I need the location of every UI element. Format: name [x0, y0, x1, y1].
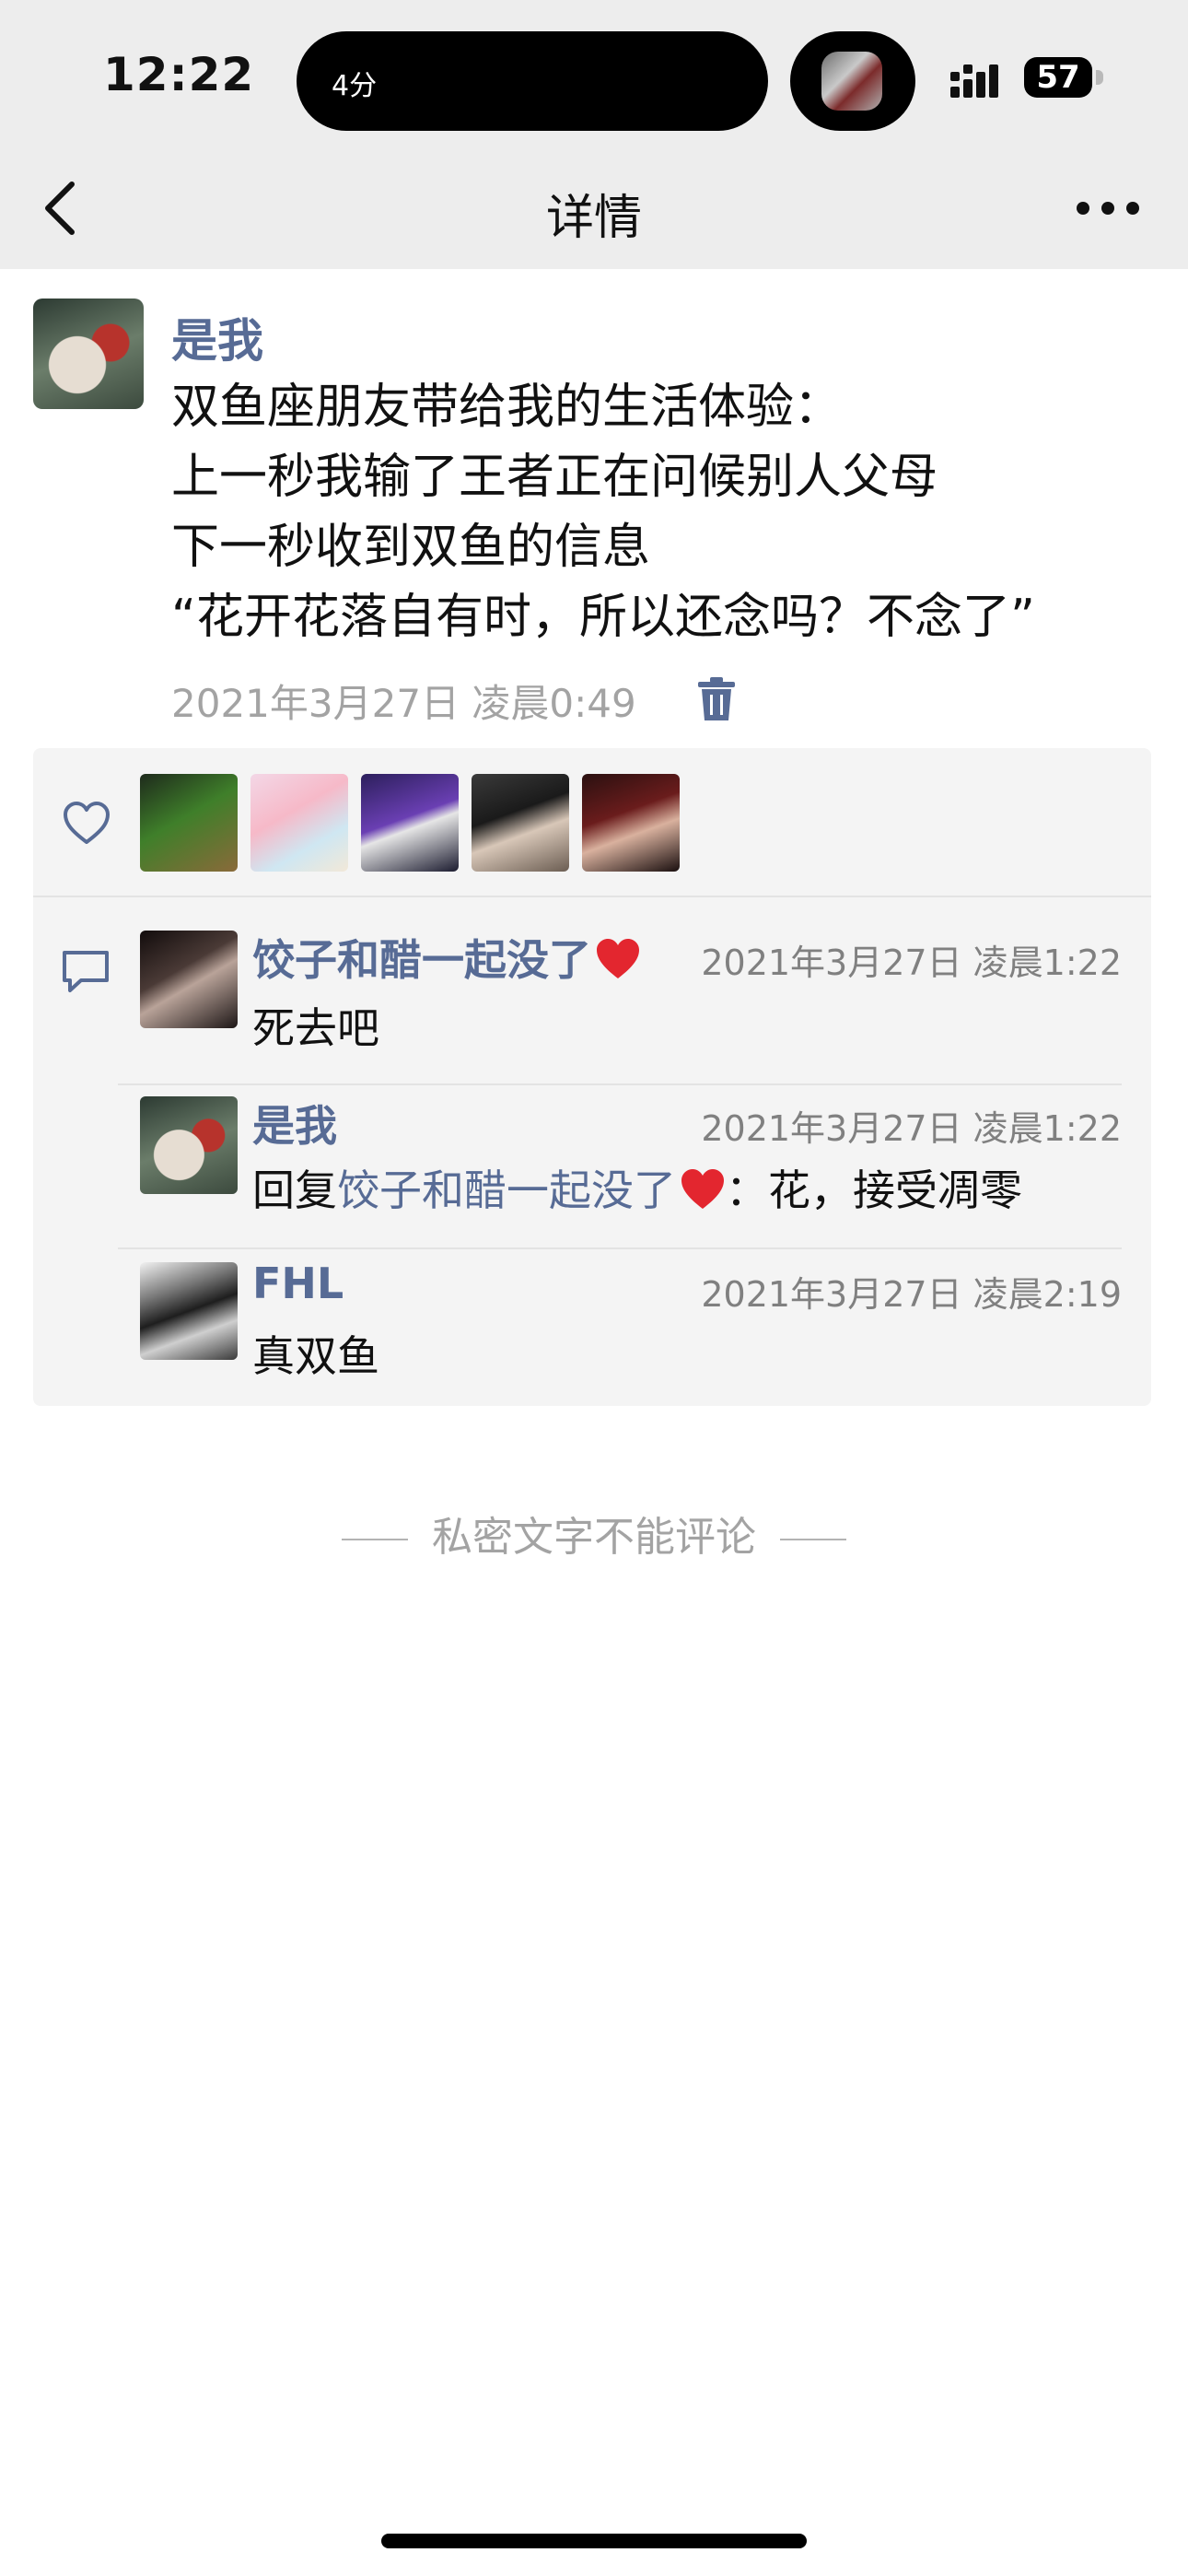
private-notice: 私密文字不能评论 — [0, 1504, 1188, 1563]
battery-tip — [1096, 70, 1103, 85]
post-text: 双鱼座朋友带给我的生活体验： 上一秒我输了王者正在问候别人父母 下一秒收到双鱼的… — [171, 372, 1166, 652]
author-name[interactable]: 是我 — [171, 304, 263, 370]
signal-icon — [950, 64, 998, 98]
post-line: 双鱼座朋友带给我的生活体验： — [171, 380, 843, 435]
liker-avatar[interactable] — [472, 774, 569, 872]
trash-icon[interactable] — [696, 676, 737, 722]
liker-avatar[interactable] — [582, 774, 680, 872]
comment-text[interactable]: 真双鱼 — [252, 1323, 379, 1384]
commenter-avatar[interactable] — [140, 931, 238, 1028]
more-dots-icon[interactable] — [1074, 192, 1142, 225]
commenter-name-text[interactable]: 饺子和醋一起没了 — [252, 935, 591, 985]
comment-time: 2021年3月27日 凌晨1:22 — [701, 1108, 1122, 1149]
reply-mention[interactable]: 饺子和醋一起没了 — [337, 1165, 676, 1215]
comment-divider — [118, 1247, 1122, 1249]
comment-time: 2021年3月27日 凌晨2:19 — [701, 1274, 1122, 1315]
notice-line-left — [342, 1539, 408, 1540]
liker-avatar[interactable] — [250, 774, 348, 872]
page-title: 详情 — [545, 191, 642, 246]
comment-text[interactable]: 死去吧 — [252, 995, 379, 1056]
post-line: 下一秒收到双鱼的信息 — [171, 520, 651, 575]
home-indicator[interactable] — [381, 2534, 807, 2548]
comment-divider — [118, 1083, 1122, 1085]
comment-bubble-icon — [63, 951, 109, 992]
commenter-avatar[interactable] — [140, 1096, 238, 1194]
dynamic-island[interactable]: 4分 — [297, 31, 768, 131]
battery-indicator: 57 — [1024, 57, 1092, 98]
reply-prefix: 回复 — [252, 1165, 337, 1215]
notice-line-right — [780, 1539, 846, 1540]
red-heart-emoji — [597, 939, 639, 978]
commenter-name[interactable]: 饺子和醋一起没了 — [252, 927, 641, 988]
commenter-name[interactable]: 是我 — [252, 1093, 337, 1153]
status-time: 12:22 — [103, 48, 255, 101]
liker-avatar[interactable] — [140, 774, 238, 872]
top-bar: 12:22 4分 57 详情 — [0, 0, 1188, 269]
reply-body: ：花，接受凋零 — [726, 1165, 1022, 1215]
likes-comments-divider — [33, 896, 1151, 897]
red-heart-emoji — [681, 1169, 724, 1209]
comment-text[interactable]: 回复饺子和醋一起没了 ：花，接受凋零 — [252, 1157, 1022, 1218]
private-notice-text: 私密文字不能评论 — [432, 1514, 756, 1561]
post-line: 上一秒我输了王者正在问候别人父母 — [171, 450, 938, 505]
liker-avatar[interactable] — [361, 774, 459, 872]
commenter-avatar[interactable] — [140, 1262, 238, 1360]
post-line: “花开花落自有时，所以还念吗？不念了” — [171, 590, 1035, 645]
commenter-name[interactable]: FHL — [252, 1259, 344, 1308]
live-activity-thumbnail — [821, 52, 882, 111]
island-timer-text: 4分 — [332, 70, 378, 102]
author-avatar[interactable] — [33, 299, 144, 409]
heart-outline-icon — [64, 802, 110, 844]
likers-list — [140, 774, 680, 872]
live-activity-bubble[interactable] — [790, 31, 915, 131]
post-timestamp: 2021年3月27日 凌晨0:49 — [171, 681, 636, 726]
comment-time: 2021年3月27日 凌晨1:22 — [701, 943, 1122, 983]
